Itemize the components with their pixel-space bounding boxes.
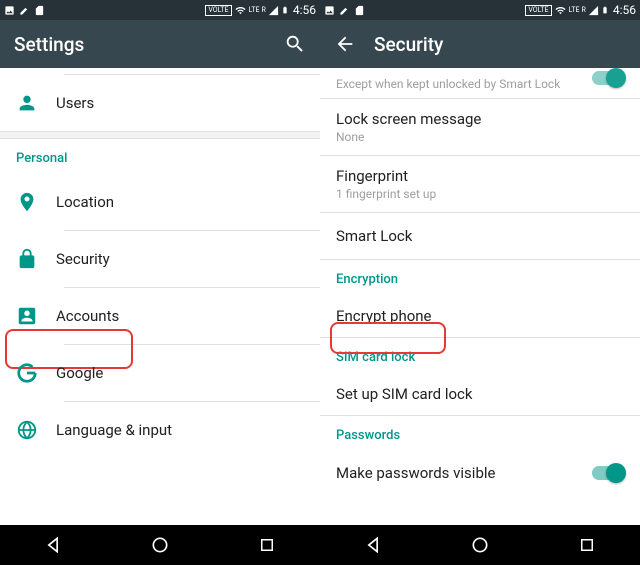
label-accounts: Accounts xyxy=(56,307,304,325)
phone-right-security: VOLTE LTE R 4:56 Security Except when ke… xyxy=(320,0,640,565)
row-sim-lock[interactable]: Set up SIM card lock xyxy=(320,373,640,415)
label-language: Language & input xyxy=(56,421,304,439)
image-icon xyxy=(324,5,335,16)
nav-recent[interactable] xyxy=(576,534,598,556)
search-icon[interactable] xyxy=(284,33,306,55)
section-sim: SIM card lock xyxy=(320,338,640,373)
label-pw: Make passwords visible xyxy=(336,464,592,482)
row-location[interactable]: Location xyxy=(0,174,320,230)
toggle-partial[interactable] xyxy=(592,71,624,85)
wifi-icon xyxy=(554,5,567,16)
section-encryption: Encryption xyxy=(320,260,640,295)
app-bar: Security xyxy=(320,20,640,68)
location-icon xyxy=(16,191,38,213)
r-label: R xyxy=(582,6,586,14)
row-smartlock[interactable]: Smart Lock xyxy=(320,213,640,259)
row-language[interactable]: Language & input xyxy=(0,402,320,458)
row-security[interactable]: Security xyxy=(0,231,320,287)
pen-icon xyxy=(19,5,30,16)
label-fingerprint: Fingerprint xyxy=(336,167,624,185)
label-google: Google xyxy=(56,364,304,382)
row-partial-note: Except when kept unlocked by Smart Lock xyxy=(320,68,640,98)
person-icon xyxy=(16,92,38,114)
page-title: Security xyxy=(374,33,626,56)
lte-label: LTE xyxy=(249,6,260,14)
back-icon[interactable] xyxy=(334,33,356,55)
status-bar: VOLTE LTE R 4:56 xyxy=(0,0,320,20)
clock: 4:56 xyxy=(293,3,316,17)
label-encrypt: Encrypt phone xyxy=(336,307,624,325)
signal-icon xyxy=(588,5,599,16)
row-lock-screen-message[interactable]: Lock screen message None xyxy=(320,99,640,155)
row-accounts[interactable]: Accounts xyxy=(0,288,320,344)
row-passwords-visible[interactable]: Make passwords visible xyxy=(320,451,640,495)
label-lockmsg-sub: None xyxy=(336,130,624,144)
r-label: R xyxy=(262,6,266,14)
wifi-icon xyxy=(234,5,247,16)
row-users[interactable]: Users xyxy=(0,75,320,131)
image-icon xyxy=(4,5,15,16)
label-location: Location xyxy=(56,193,304,211)
security-list: Except when kept unlocked by Smart Lock … xyxy=(320,68,640,525)
nav-back[interactable] xyxy=(42,534,64,556)
page-title: Settings xyxy=(14,33,266,56)
settings-list: Users Personal Location Security Account… xyxy=(0,68,320,525)
label-smartlock: Smart Lock xyxy=(336,227,624,245)
row-fingerprint[interactable]: Fingerprint 1 fingerprint set up xyxy=(320,156,640,212)
volte-label: VOLTE xyxy=(205,5,231,16)
nav-back[interactable] xyxy=(362,534,384,556)
app-bar: Settings xyxy=(0,20,320,68)
battery-icon xyxy=(601,4,609,16)
nav-bar xyxy=(0,525,320,565)
nav-home[interactable] xyxy=(469,534,491,556)
nav-home[interactable] xyxy=(149,534,171,556)
lte-label: LTE xyxy=(569,6,580,14)
battery-icon xyxy=(281,4,289,16)
label-sim: Set up SIM card lock xyxy=(336,385,624,403)
sd-card-icon xyxy=(354,5,365,16)
status-bar: VOLTE LTE R 4:56 xyxy=(320,0,640,20)
accounts-icon xyxy=(16,305,38,327)
label-lockmsg: Lock screen message xyxy=(336,110,624,128)
nav-bar xyxy=(320,525,640,565)
google-icon xyxy=(16,362,38,384)
lock-icon xyxy=(16,248,38,270)
row-google[interactable]: Google xyxy=(0,345,320,401)
label-security: Security xyxy=(56,250,304,268)
toggle-passwords[interactable] xyxy=(592,466,624,480)
pen-icon xyxy=(339,5,350,16)
volte-label: VOLTE xyxy=(525,5,551,16)
signal-icon xyxy=(268,5,279,16)
phone-left-settings: VOLTE LTE R 4:56 Settings Users Personal… xyxy=(0,0,320,565)
section-personal: Personal xyxy=(0,139,320,174)
nav-recent[interactable] xyxy=(256,534,278,556)
row-encrypt-phone[interactable]: Encrypt phone xyxy=(320,295,640,337)
clock: 4:56 xyxy=(613,3,636,17)
label-fingerprint-sub: 1 fingerprint set up xyxy=(336,187,624,201)
sd-card-icon xyxy=(34,5,45,16)
section-passwords: Passwords xyxy=(320,416,640,451)
globe-icon xyxy=(16,419,38,441)
label-users: Users xyxy=(56,94,304,112)
